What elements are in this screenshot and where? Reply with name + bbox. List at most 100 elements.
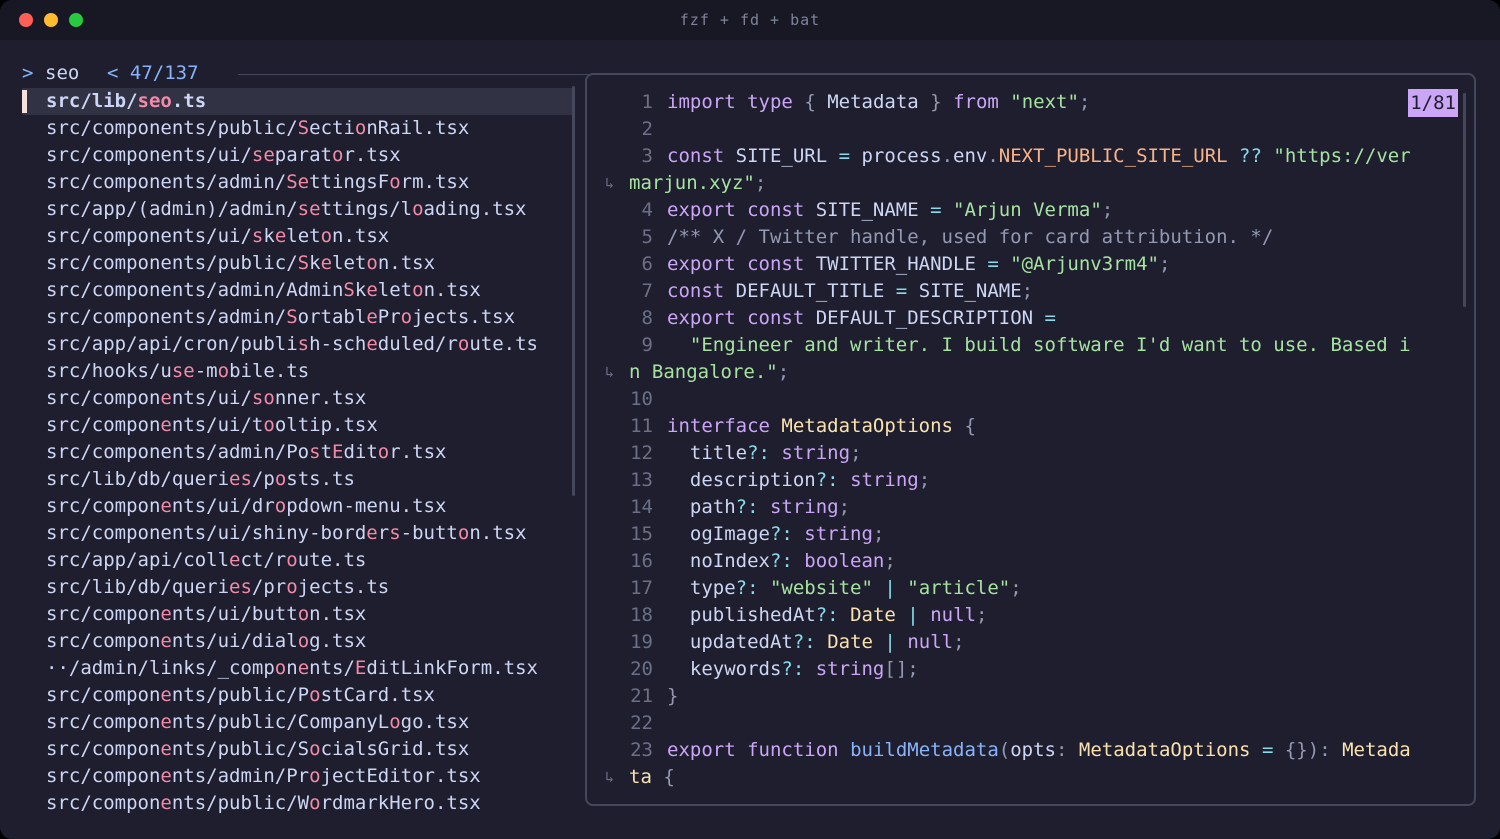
path-segment: src/lib/db/queri [46,576,230,598]
result-row[interactable]: src/app/(admin)/admin/settings/loading.t… [22,196,572,223]
search-prompt[interactable]: > seo < 47/137 [22,62,590,88]
path-segment: jects.tsx [412,306,516,328]
result-path: src/components/public/PostCard.tsx [46,682,435,709]
result-row[interactable]: src/components/ui/button.tsx [22,601,572,628]
code-token: export [667,307,736,329]
result-row[interactable]: src/app/api/cron/publish-scheduled/route… [22,331,572,358]
match-highlight: o [309,765,321,787]
path-segment: let [377,279,413,301]
path-segment: nts/admin/Pr [171,765,310,787]
code-text: path?: string; [667,494,850,521]
path-segment: -butt [400,522,458,544]
result-row[interactable]: src/lib/db/queries/projects.ts [22,574,572,601]
result-row[interactable]: src/components/ui/separator.tsx [22,142,572,169]
line-number: 22 [630,712,653,734]
result-row[interactable]: src/components/public/CompanyLogo.tsx [22,709,572,736]
code-text: n Bangalore."; [629,359,789,386]
code-token: ; [953,631,965,653]
path-segment: src/compon [46,387,161,409]
code-token: ?: [815,469,839,491]
path-segment: ading.tsx [423,198,527,220]
result-row[interactable]: src/components/ui/dropdown-menu.tsx [22,493,572,520]
match-highlight: s [297,333,310,355]
code-token: MetadataOptions [781,415,953,437]
code-text: publishedAt?: Date | null; [667,602,988,629]
code-line: 15 ogImage?: string; [587,521,1467,548]
code-token: "Arjun Verma" [953,199,1102,221]
result-row[interactable]: src/components/public/SectionRail.tsx [22,115,572,142]
line-number: 16 [630,550,653,572]
match-highlight: o [263,414,275,436]
path-segment: src/compon [46,738,161,760]
code-text: } [667,683,678,710]
match-highlight: o [297,630,310,652]
path-segment: dit [343,441,378,463]
result-path: src/components/ui/tooltip.tsx [46,412,378,439]
result-path: src/components/admin/SettingsForm.tsx [46,169,469,196]
result-row[interactable]: src/components/ui/sonner.tsx [22,385,572,412]
result-path: src/components/public/CompanyLogo.tsx [46,709,469,736]
code-line: 23 export function buildMetadata(opts: Me… [587,737,1467,764]
code-token: const [747,253,805,275]
result-row[interactable]: src/components/admin/AdminSkeleton.tsx [22,277,572,304]
result-row[interactable]: src/components/ui/tooltip.tsx [22,412,572,439]
result-row[interactable]: src/components/public/WordmarkHero.tsx [22,790,572,817]
line-number: 13 [630,469,653,491]
code-token: const [747,199,805,221]
code-token: buildMetadata [850,739,999,761]
result-row[interactable]: src/components/admin/PostEditor.tsx [22,439,572,466]
result-row-selected[interactable]: src/lib/seo.ts [22,88,572,115]
path-segment: n [286,657,298,679]
path-segment: src/compon [46,603,161,625]
result-row[interactable]: src/components/public/SocialsGrid.tsx [22,736,572,763]
code-token: = [987,253,999,275]
match-highlight: S [297,252,310,274]
result-row[interactable]: src/components/ui/skeleton.tsx [22,223,572,250]
code-token: updatedAt [667,631,793,653]
code-token: ; [1021,280,1034,302]
path-segment: nts/ui/ [171,387,252,409]
result-row[interactable]: src/components/public/PostCard.tsx [22,682,572,709]
result-path: src/components/ui/dropdown-menu.tsx [46,493,446,520]
code-line: 13 description?: string; [587,467,1467,494]
code-token: "Engineer and writer. I build software I… [689,334,1411,356]
prompt-caret-icon: > [22,62,34,84]
result-row[interactable]: src/components/admin/SettingsForm.tsx [22,169,572,196]
match-highlight: o [274,495,287,517]
code-text: type?: "website" | "article"; [667,575,1022,602]
code-token: ?: [747,442,770,464]
code-token: export [667,253,736,275]
result-row[interactable]: src/components/public/Skeleton.tsx [22,250,572,277]
path-segment: src/compon [46,630,161,652]
result-row[interactable]: src/lib/db/queries/posts.ts [22,466,572,493]
result-row[interactable]: src/components/ui/shiny-borders-button.t… [22,520,572,547]
match-highlight: S [297,117,310,139]
match-highlight: o [389,171,401,193]
result-row[interactable]: src/app/api/collect/route.ts [22,547,572,574]
code-token: : [1056,739,1068,761]
result-row[interactable]: src/hooks/use-mobile.ts [22,358,572,385]
result-row[interactable]: ··/admin/links/_components/EditLinkForm.… [22,655,572,682]
search-input[interactable]: seo [45,62,79,84]
path-segment: stCard.tsx [320,684,435,706]
path-segment: src/components/admin/Admin [46,279,344,301]
code-token: ; [1101,199,1114,221]
result-row[interactable]: src/components/ui/dialog.tsx [22,628,572,655]
code-line: 20 keywords?: string[]; [587,656,1467,683]
result-row[interactable]: src/components/admin/SortableProjects.ts… [22,304,572,331]
match-highlight: o [309,684,321,706]
match-highlight: o [377,441,390,463]
result-list-scrollbar[interactable] [572,86,575,496]
result-row[interactable]: src/components/admin/ProjectEditor.tsx [22,763,572,790]
match-highlight: es [229,468,252,490]
